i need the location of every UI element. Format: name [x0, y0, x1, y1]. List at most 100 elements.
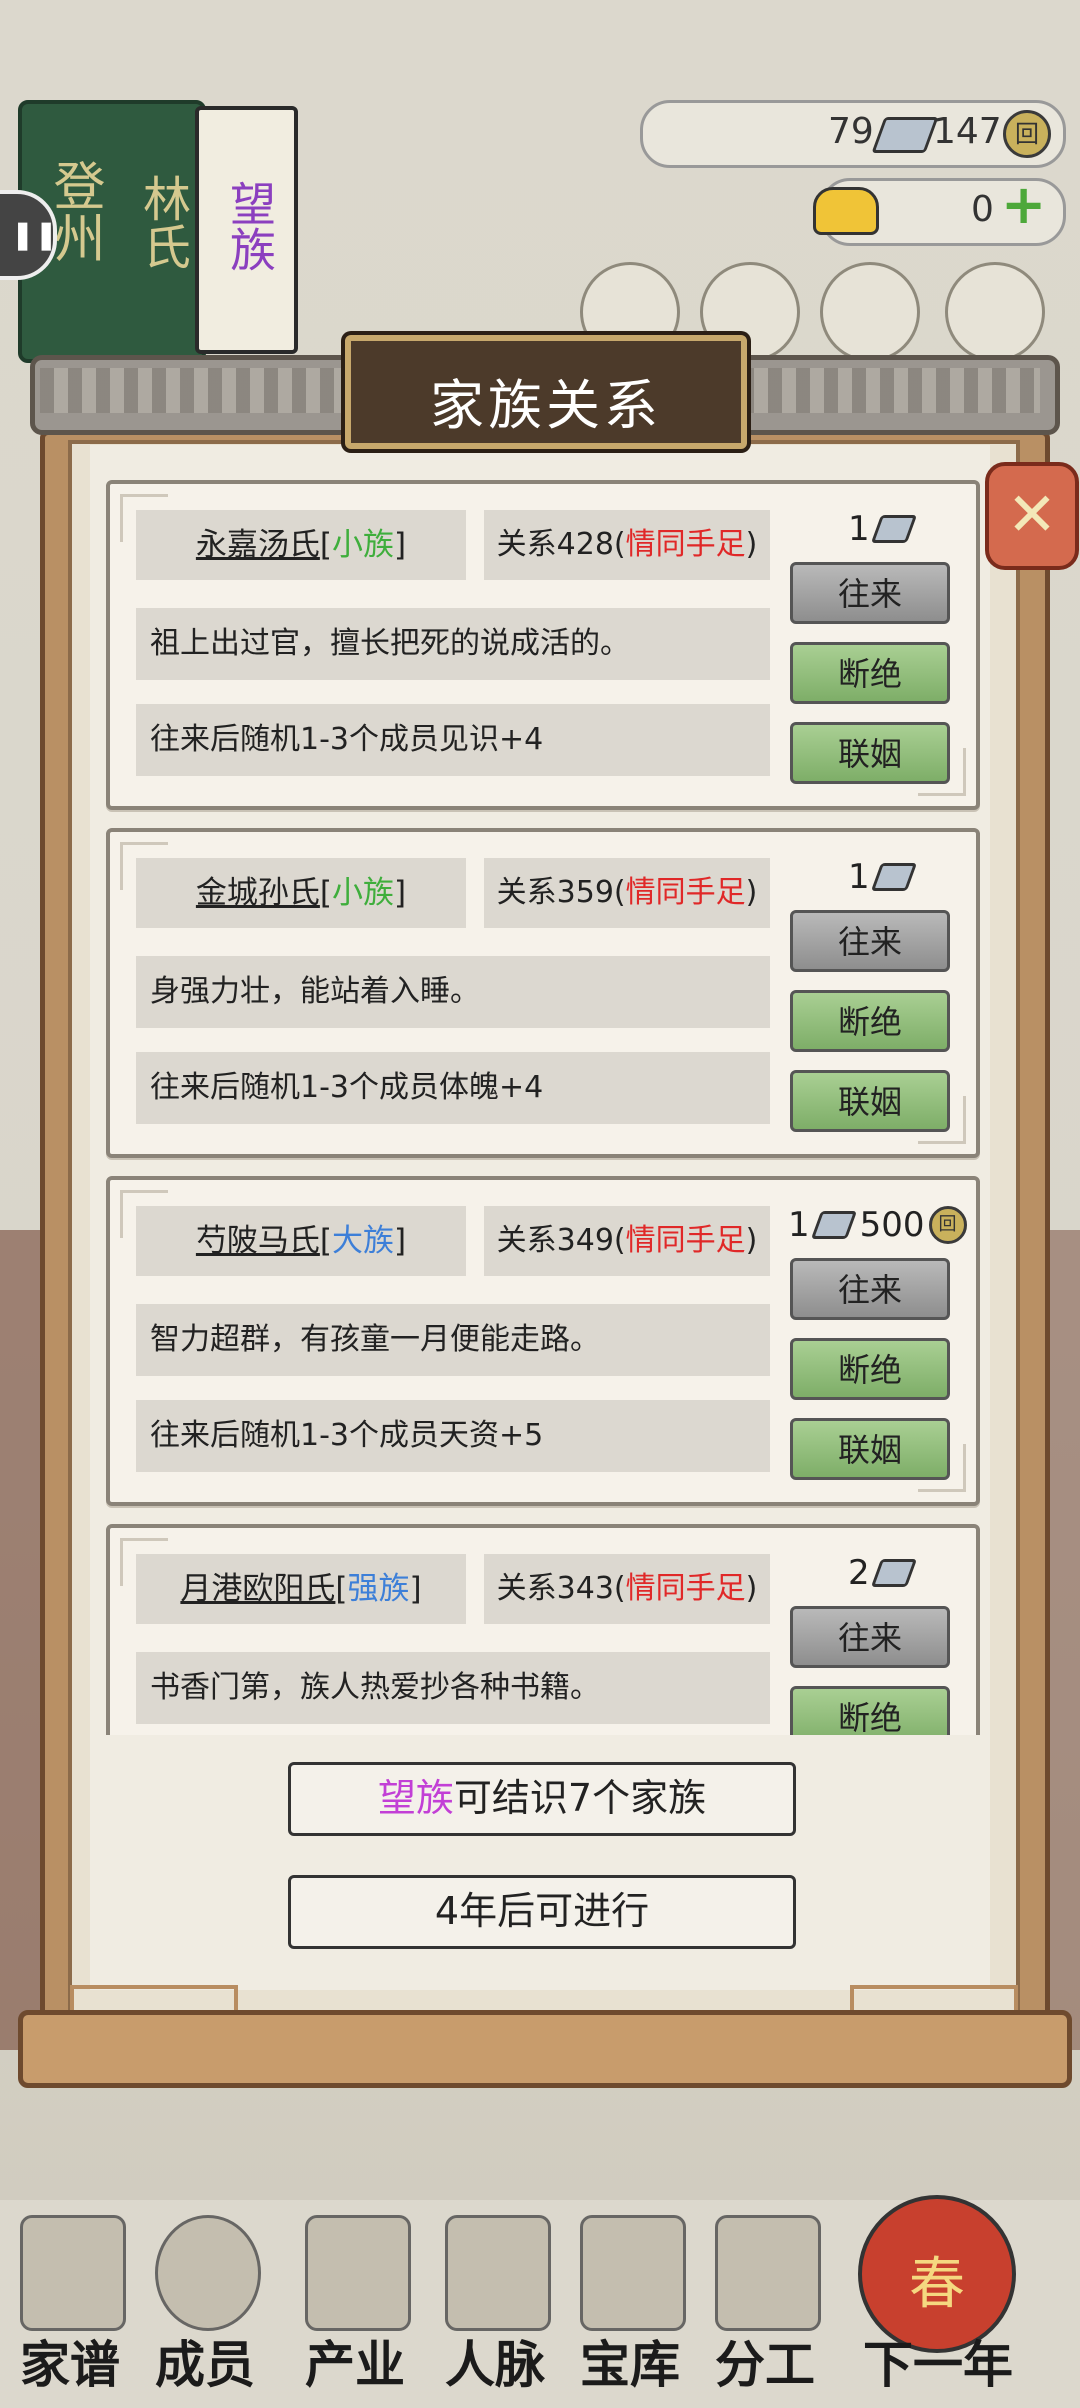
family-name-box[interactable]: 金城孙氏[小族]	[136, 858, 466, 928]
family-rank: 大族	[332, 1223, 394, 1259]
visit-button[interactable]: 往来	[790, 562, 950, 624]
relation-value: 关系359(	[496, 875, 626, 910]
relation-value: 关系343(	[496, 1571, 626, 1606]
relation-box: 关系343(情同手足)	[484, 1554, 770, 1624]
property-icon	[305, 2215, 411, 2331]
relation-suffix: )	[745, 875, 758, 910]
visit-effect: 往来后随机1-3个成员天资+5	[136, 1400, 770, 1472]
nav-members[interactable]: 成员	[140, 2215, 270, 2405]
relation-label: 情同手足	[625, 1571, 746, 1606]
close-icon: ✕	[1006, 480, 1058, 550]
family-list[interactable]: 永嘉汤氏[小族] 关系428(情同手足) 1 祖上出过官，擅长把死的说成活的。 …	[100, 470, 980, 1735]
close-button[interactable]: ✕	[985, 462, 1079, 570]
cost-silver: 2	[848, 1553, 870, 1593]
family-name[interactable]: 月港欧阳氏	[180, 1571, 335, 1607]
settings-icon[interactable]	[945, 262, 1045, 362]
family-rank-tag: 望族	[195, 106, 298, 354]
visit-cost: 1 500 回	[788, 1200, 967, 1250]
relation-value: 关系349(	[496, 1223, 626, 1258]
family-limit-info: 望族可结识7个家族	[288, 1762, 796, 1836]
nav-label: 成员	[155, 2335, 255, 2394]
break-button[interactable]: 断绝	[790, 1686, 950, 1735]
gold-bar: 0 +	[813, 173, 1066, 246]
silver-icon	[871, 117, 939, 153]
family-rank: 小族	[332, 527, 394, 563]
nav-label: 宝库	[580, 2335, 680, 2394]
pause-icon: ❚❚	[11, 218, 58, 251]
family-description: 祖上出过官，擅长把死的说成活的。	[136, 608, 770, 680]
cost-silver: 1	[848, 857, 870, 897]
relation-box: 关系359(情同手足)	[484, 858, 770, 928]
family-rank: 强族	[347, 1571, 410, 1607]
relation-suffix: )	[745, 1223, 758, 1258]
visit-button[interactable]: 往来	[790, 1606, 950, 1668]
info-rank: 望族	[377, 1776, 454, 1820]
visit-button[interactable]: 往来	[790, 910, 950, 972]
family-name-box[interactable]: 永嘉汤氏[小族]	[136, 510, 466, 580]
family-card: 芍陂马氏[大族] 关系349(情同手足) 1 500 回 智力超群，有孩童一月便能走…	[106, 1176, 980, 1506]
network-icon	[445, 2215, 551, 2331]
family-name[interactable]: 永嘉汤氏	[196, 527, 320, 563]
top-menu-icon-3[interactable]	[820, 262, 920, 362]
family-name-box[interactable]: 月港欧阳氏[强族]	[136, 1554, 466, 1624]
info-text: 可结识7个家族	[453, 1776, 707, 1820]
relation-box: 关系428(情同手足)	[484, 510, 770, 580]
copper-count: 147	[933, 111, 1002, 152]
nav-treasury[interactable]: 宝库	[565, 2215, 695, 2405]
dialog-scroll-foot	[18, 2010, 1072, 2088]
visit-effect: 往来后随机1-3个成员体魄+4	[136, 1052, 770, 1124]
nav-label: 分工	[715, 2335, 815, 2394]
family-rank: 小族	[332, 875, 394, 911]
background-wall-left	[0, 1230, 40, 2050]
break-button[interactable]: 断绝	[790, 990, 950, 1052]
cost-silver: 1	[848, 509, 870, 549]
silver-icon	[870, 515, 917, 543]
gold-count: 0	[971, 189, 994, 230]
visit-cost: 2	[848, 1548, 917, 1598]
nav-label: 下一年	[863, 2335, 1013, 2394]
nav-property[interactable]: 产业	[290, 2215, 420, 2405]
nav-label: 人脉	[445, 2335, 545, 2394]
book-family: 林氏	[134, 174, 190, 270]
family-description: 智力超群，有孩童一月便能走路。	[136, 1304, 770, 1376]
genealogy-icon	[20, 2215, 126, 2331]
member-icon	[155, 2215, 261, 2331]
family-rank-text: 望族	[223, 180, 277, 272]
family-name[interactable]: 金城孙氏	[196, 875, 320, 911]
silver-icon	[870, 863, 917, 891]
family-description: 身强力壮，能站着入睡。	[136, 956, 770, 1028]
relation-box: 关系349(情同手足)	[484, 1206, 770, 1276]
relation-label: 情同手足	[625, 1223, 746, 1258]
copper-coin-icon: 回	[928, 1206, 967, 1244]
marry-button[interactable]: 联姻	[790, 722, 950, 784]
marry-button[interactable]: 联姻	[790, 1070, 950, 1132]
nav-label: 产业	[305, 2335, 405, 2394]
family-card: 永嘉汤氏[小族] 关系428(情同手足) 1 祖上出过官，擅长把死的说成活的。 …	[106, 480, 980, 810]
visit-effect: 往来后随机1-3个成员见识+4	[136, 704, 770, 776]
nav-next-year[interactable]: 下一年	[848, 2215, 1028, 2405]
add-gold-icon[interactable]: +	[1001, 173, 1046, 236]
nav-division[interactable]: 分工	[700, 2215, 830, 2405]
relation-suffix: )	[745, 527, 758, 562]
silver-icon	[810, 1211, 857, 1239]
cost-copper: 500	[859, 1205, 925, 1245]
relation-value: 关系428(	[496, 527, 626, 562]
division-icon	[715, 2215, 821, 2331]
family-name-box[interactable]: 芍陂马氏[大族]	[136, 1206, 466, 1276]
nav-label: 家谱	[20, 2335, 120, 2394]
nav-network[interactable]: 人脉	[430, 2215, 560, 2405]
nav-genealogy[interactable]: 家谱	[5, 2215, 135, 2405]
silver-icon	[870, 1559, 917, 1587]
break-button[interactable]: 断绝	[790, 642, 950, 704]
visit-button[interactable]: 往来	[790, 1258, 950, 1320]
break-button[interactable]: 断绝	[790, 1338, 950, 1400]
marry-button[interactable]: 联姻	[790, 1418, 950, 1480]
gold-ingot-icon	[813, 187, 879, 235]
copper-coin-icon: 回	[1003, 110, 1051, 158]
relation-label: 情同手足	[625, 875, 746, 910]
family-name[interactable]: 芍陂马氏	[196, 1223, 320, 1259]
cooldown-button[interactable]: 4年后可进行	[288, 1875, 796, 1949]
silver-count: 79	[828, 111, 874, 152]
visit-cost: 1	[848, 852, 917, 902]
dialog-title-plate: 家族关系	[345, 335, 747, 449]
